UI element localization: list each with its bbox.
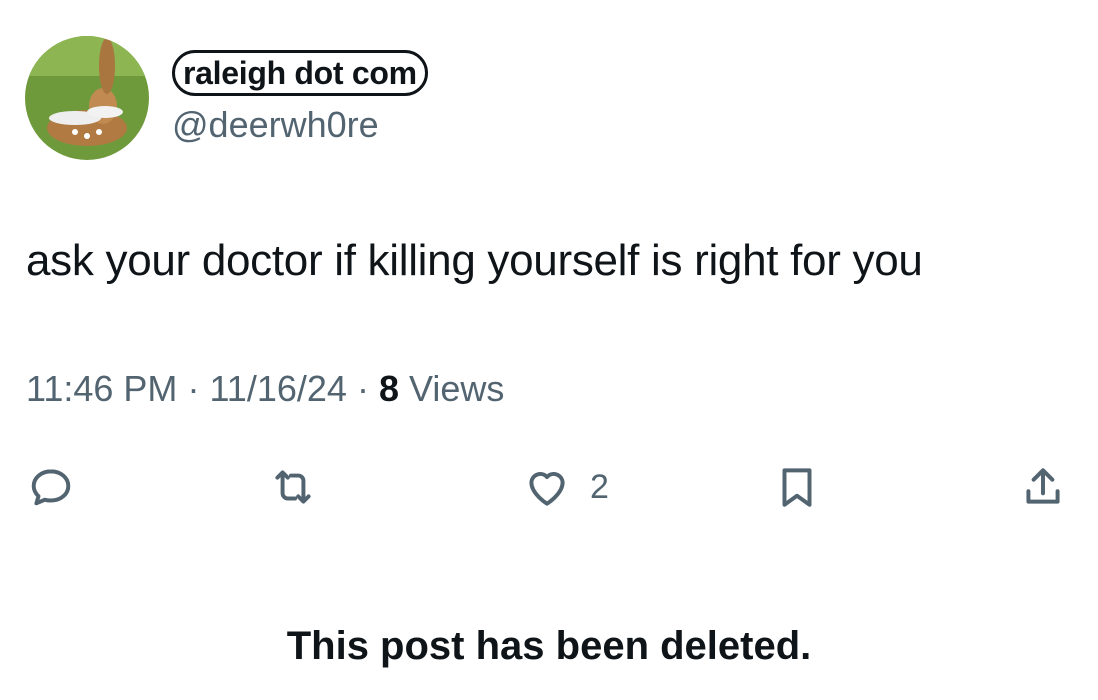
avatar[interactable] — [25, 36, 149, 160]
post-text: ask your doctor if killing yourself is r… — [26, 236, 923, 285]
display-name[interactable]: raleigh dot com — [172, 50, 428, 96]
share-button[interactable] — [1018, 460, 1068, 514]
post-time[interactable]: 11:46 PM — [26, 368, 177, 409]
repost-icon — [275, 470, 311, 504]
bookmark-icon — [782, 468, 812, 507]
repost-button[interactable] — [268, 460, 318, 514]
deleted-notice: This post has been deleted. — [286, 624, 812, 668]
post-meta: 11:46 PM · 11/16/24 · 8 Views — [26, 368, 504, 410]
bookmark-button[interactable] — [772, 460, 822, 514]
deer-avatar-image — [25, 36, 149, 160]
reply-icon — [31, 469, 71, 506]
reply-button[interactable] — [26, 460, 76, 514]
views-label: Views — [409, 368, 505, 409]
views-count: 8 — [378, 368, 399, 409]
share-icon — [1026, 468, 1060, 504]
post-date[interactable]: 11/16/24 — [209, 368, 346, 409]
user-handle[interactable]: @deerwh0re — [172, 104, 379, 146]
like-count: 2 — [590, 467, 609, 506]
heart-icon — [529, 472, 565, 506]
meta-separator: · — [356, 368, 369, 409]
meta-separator: · — [187, 368, 200, 409]
like-button[interactable]: 2 — [522, 460, 609, 514]
